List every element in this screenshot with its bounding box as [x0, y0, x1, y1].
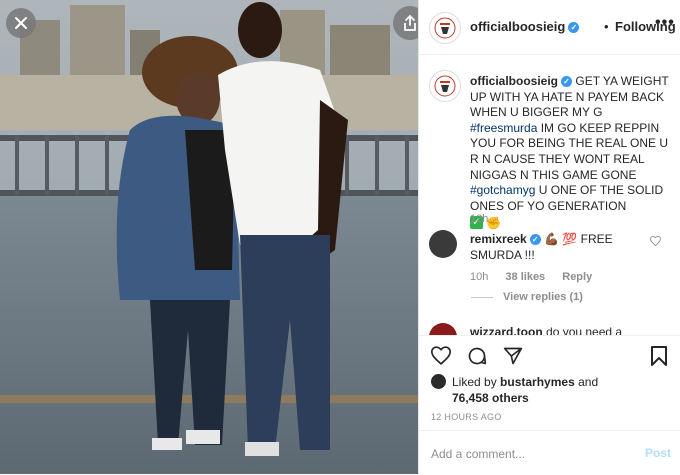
- likes-others-count[interactable]: 76,458 others: [452, 391, 529, 405]
- post-panel: officialboosieig ✓ • Following ••• offici…: [418, 0, 680, 474]
- hashtag-freesmurda[interactable]: #freesmurda: [470, 121, 537, 135]
- more-options-icon[interactable]: •••: [655, 14, 675, 32]
- header-username[interactable]: officialboosieig ✓: [470, 19, 580, 34]
- caption-avatar[interactable]: [429, 70, 461, 102]
- post-photo: [0, 0, 418, 474]
- hashtag-gotchamyg[interactable]: #gotchamyg: [470, 183, 535, 197]
- brand-logo-icon: [434, 17, 456, 39]
- commenter-avatar[interactable]: [429, 230, 457, 258]
- post-comment-button[interactable]: Post: [645, 446, 671, 460]
- separator-dot: •: [604, 19, 609, 34]
- comment-username[interactable]: remixreek ✓: [470, 232, 541, 246]
- share-icon: [404, 14, 416, 31]
- add-comment-bar: Post: [419, 430, 680, 475]
- bookmark-icon[interactable]: [651, 346, 667, 366]
- close-icon: [15, 17, 27, 29]
- likes-and: and: [578, 375, 599, 389]
- likes-prefix: Liked by: [452, 375, 497, 389]
- reply-button[interactable]: Reply: [562, 271, 592, 283]
- action-bar: [419, 335, 680, 376]
- verified-icon: ✓: [568, 22, 580, 34]
- likes-summary: Liked by bustarhymes and 76,458 others: [452, 374, 598, 406]
- post-header: officialboosieig ✓ • Following •••: [419, 0, 680, 55]
- direct-share-icon[interactable]: [503, 346, 523, 366]
- liker-avatar[interactable]: [431, 374, 446, 389]
- comment-text: remixreek ✓ 💪🏾 💯 FREE SMURDA !!!: [470, 232, 645, 263]
- post-time-ago[interactable]: 12 HOURS AGO: [431, 412, 502, 422]
- post-caption: officialboosieig ✓ GET YA WEIGHT UP WITH …: [470, 74, 672, 230]
- brand-logo-icon: [434, 75, 456, 97]
- comment-likes[interactable]: 38 likes: [505, 271, 545, 283]
- comment-emoji-biceps: 💪🏾: [544, 232, 560, 246]
- like-comment-heart-icon[interactable]: [650, 236, 661, 246]
- add-comment-input[interactable]: [431, 445, 621, 463]
- verified-icon: ✓: [561, 76, 573, 88]
- view-replies-button[interactable]: View replies (1): [503, 291, 583, 303]
- caption-username[interactable]: officialboosieig ✓: [470, 74, 573, 88]
- photo-image: [0, 0, 418, 474]
- comment-time[interactable]: 10h: [470, 271, 488, 283]
- comment-icon[interactable]: [467, 346, 487, 366]
- verified-icon: ✓: [529, 234, 541, 246]
- liker-username[interactable]: bustarhymes: [500, 375, 575, 389]
- comment-emoji-hundred: 💯: [562, 232, 578, 246]
- caption-time[interactable]: 12h: [470, 213, 488, 225]
- view-replies-line: [471, 297, 493, 298]
- close-button[interactable]: [6, 8, 36, 38]
- comment-meta: 10h 38 likes Reply: [470, 271, 606, 283]
- like-heart-icon[interactable]: [431, 346, 451, 365]
- profile-avatar[interactable]: [429, 12, 461, 44]
